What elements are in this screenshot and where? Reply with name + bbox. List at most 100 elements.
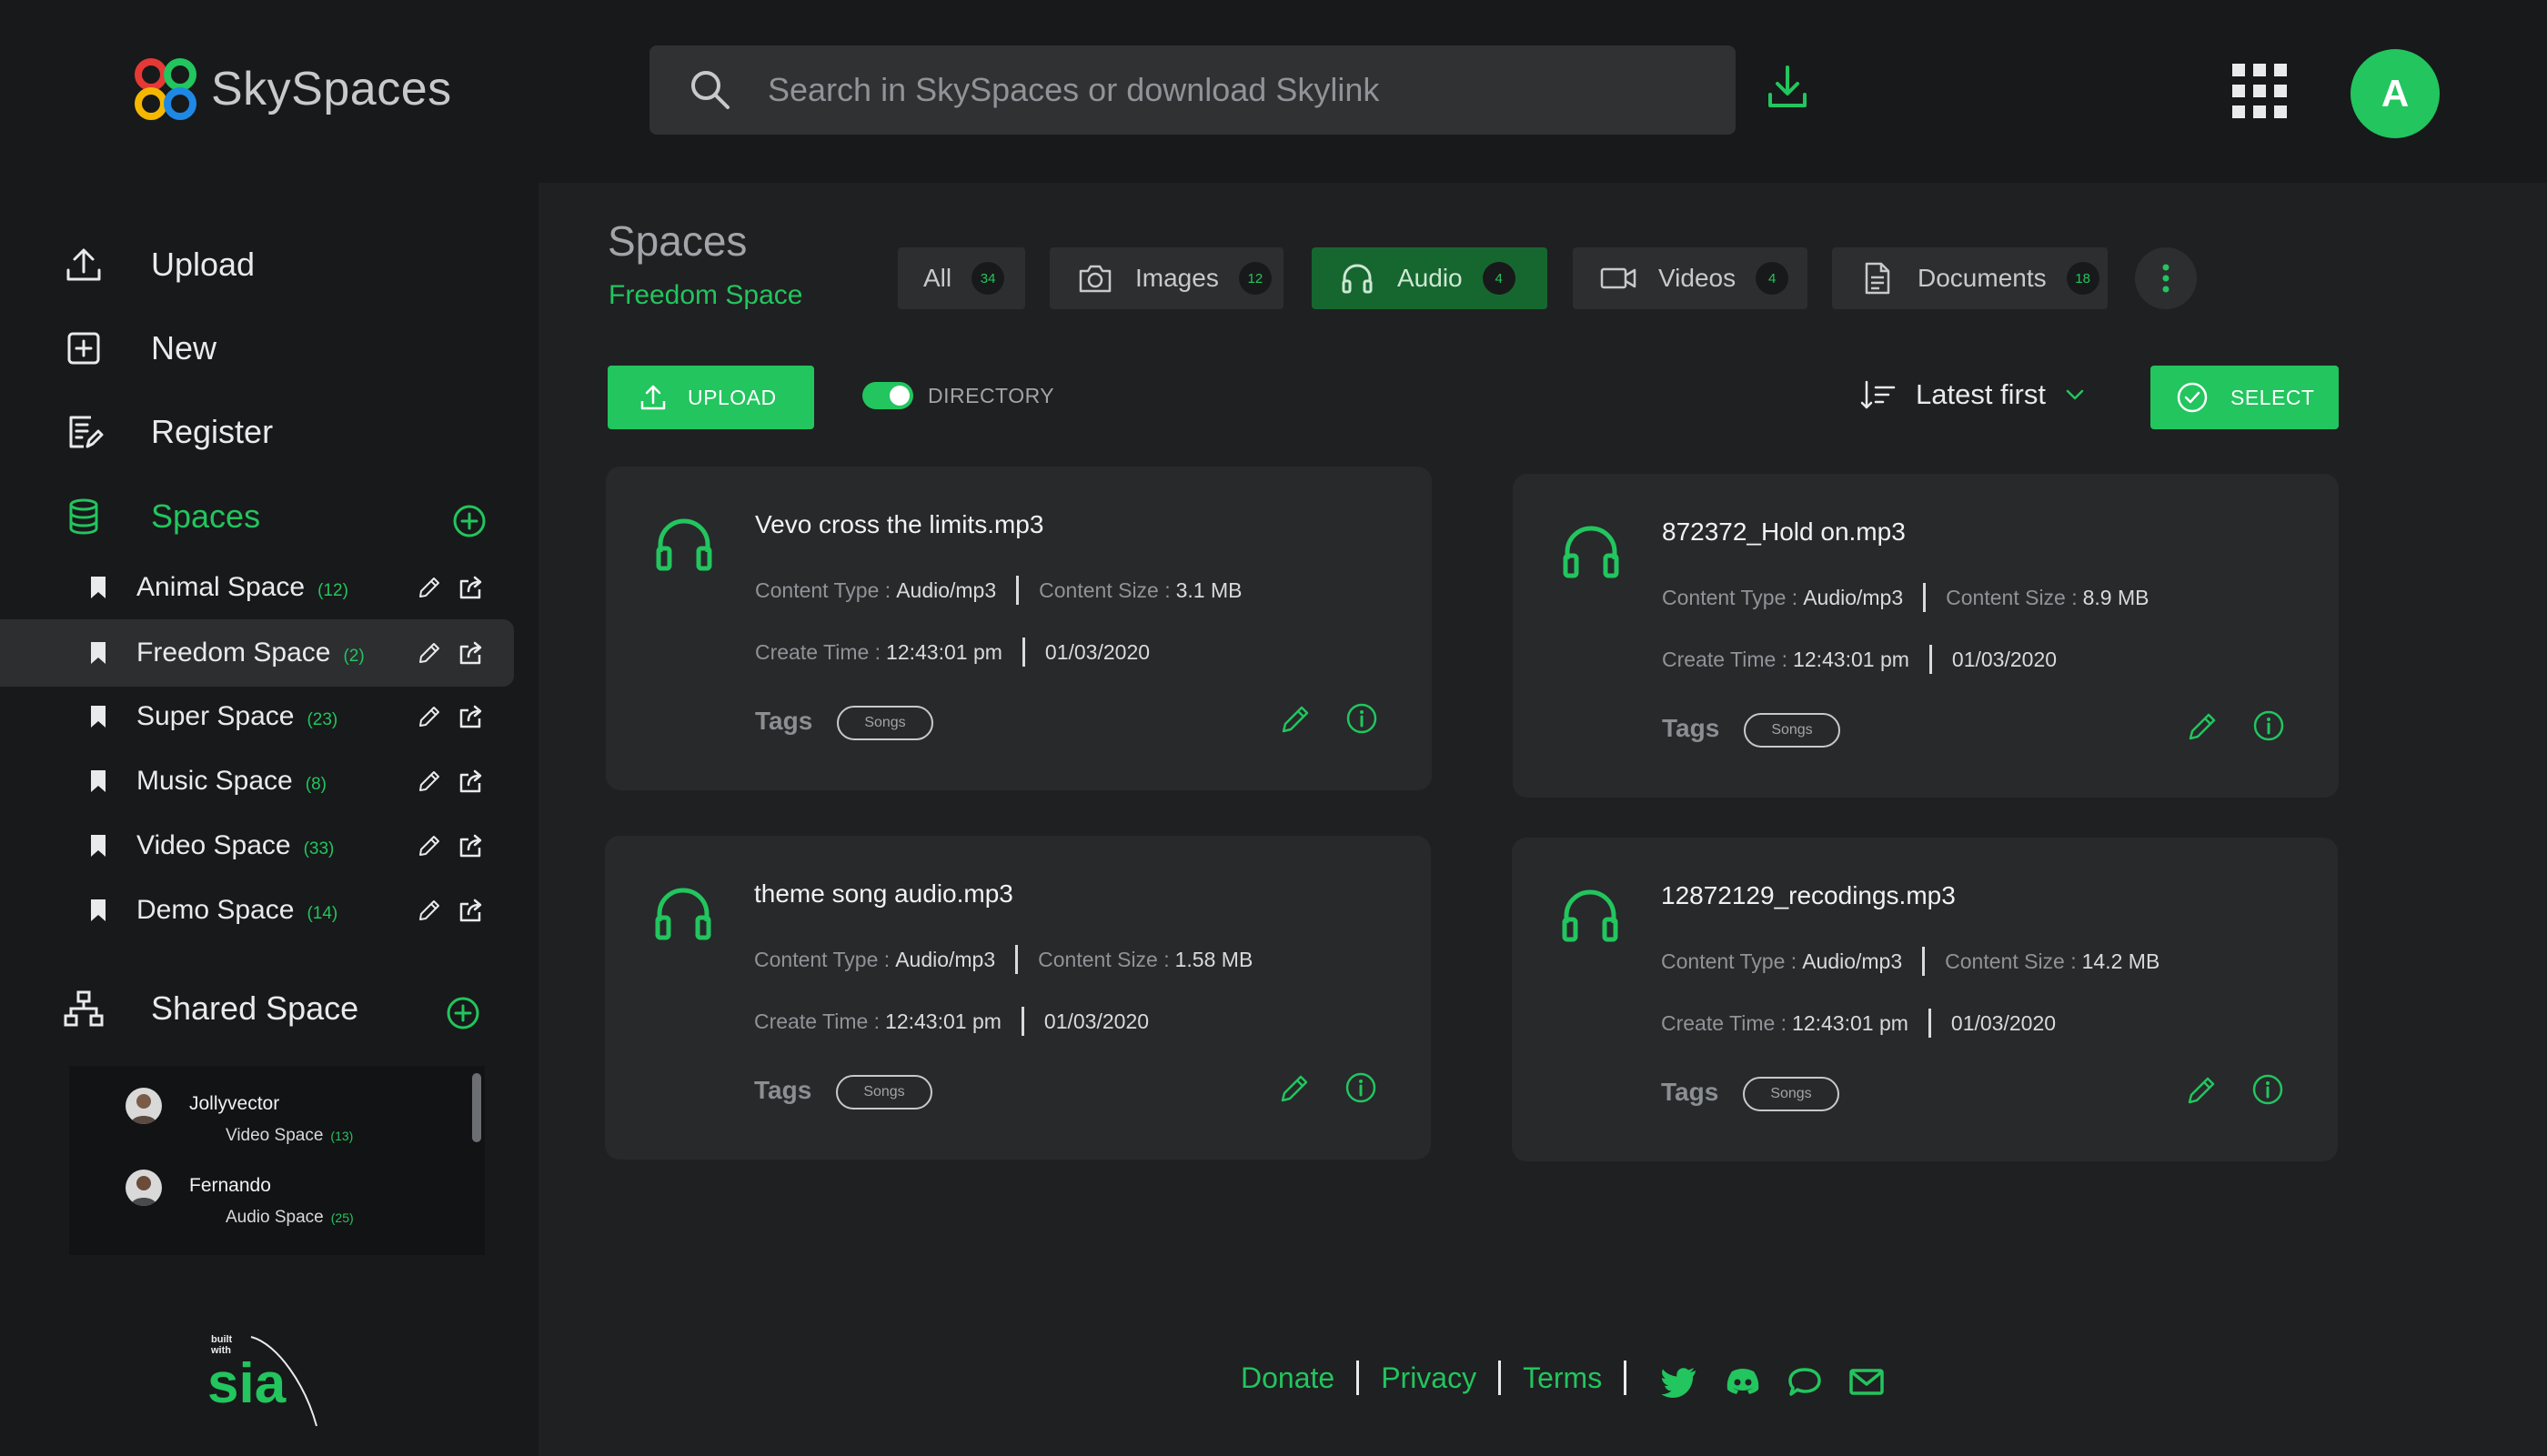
sidebar: Upload New Register Spaces Animal Space (… <box>0 183 539 1456</box>
app-logo[interactable]: SkySpaces <box>129 51 452 127</box>
more-filters-button[interactable] <box>2135 247 2197 309</box>
tag-chip[interactable]: Songs <box>836 1075 932 1110</box>
edit-icon[interactable] <box>417 833 442 859</box>
space-name-text: Video Space <box>136 830 291 860</box>
sidebar-item-register[interactable]: Register <box>64 412 273 452</box>
chat-icon[interactable] <box>1787 1364 1823 1399</box>
info-icon[interactable] <box>1344 701 1379 736</box>
content-type-value: Audio/mp3 <box>895 947 996 971</box>
space-item[interactable]: Video Space (33) <box>0 812 514 879</box>
space-item[interactable]: Animal Space (12) <box>0 554 514 621</box>
file-time-info: Create Time : 12:43:01 pm 01/03/2020 <box>1662 645 2057 674</box>
filter-images[interactable]: Images 12 <box>1050 247 1284 309</box>
edit-icon[interactable] <box>417 704 442 729</box>
info-icon[interactable] <box>2251 708 2286 743</box>
divider <box>1015 945 1019 974</box>
filter-count: 4 <box>1482 262 1515 295</box>
edit-icon[interactable] <box>1279 703 1312 736</box>
filter-documents[interactable]: Documents 18 <box>1832 247 2108 309</box>
file-name[interactable]: theme song audio.mp3 <box>754 879 1013 909</box>
filter-label: Videos <box>1658 264 1737 292</box>
shared-user-item[interactable]: Fernando Audio Space (25) <box>126 1170 354 1227</box>
content-type-label: Content Type : <box>1661 949 1797 973</box>
filter-videos[interactable]: Videos 4 <box>1573 247 1807 309</box>
search-input[interactable] <box>768 71 1677 109</box>
file-card[interactable]: 872372_Hold on.mp3 Content Type : Audio/… <box>1513 474 2339 798</box>
apps-grid-icon[interactable] <box>2230 62 2289 120</box>
mail-icon[interactable] <box>1848 1364 1885 1399</box>
add-shared-space-icon[interactable] <box>445 995 481 1031</box>
file-name[interactable]: Vevo cross the limits.mp3 <box>755 510 1043 539</box>
donate-link[interactable]: Donate <box>1241 1361 1334 1395</box>
edit-icon[interactable] <box>417 768 442 794</box>
filter-all[interactable]: All 34 <box>898 247 1025 309</box>
space-item[interactable]: Super Space (23) <box>0 683 514 750</box>
file-card[interactable]: 12872129_recodings.mp3 Content Type : Au… <box>1512 838 2338 1161</box>
edit-icon[interactable] <box>1278 1072 1311 1105</box>
content-size-value: 8.9 MB <box>2082 585 2149 609</box>
edit-icon[interactable] <box>417 575 442 600</box>
info-icon[interactable] <box>2250 1072 2285 1107</box>
share-icon[interactable] <box>458 768 485 795</box>
space-item[interactable]: Music Space (8) <box>0 748 514 815</box>
select-button[interactable]: SELECT <box>2150 366 2339 429</box>
file-card[interactable]: Vevo cross the limits.mp3 Content Type :… <box>606 467 1432 790</box>
share-icon[interactable] <box>458 639 485 667</box>
tag-chip[interactable]: Songs <box>837 706 933 740</box>
register-icon <box>69 416 104 448</box>
terms-link[interactable]: Terms <box>1523 1361 1602 1395</box>
space-item[interactable]: Demo Space (14) <box>0 877 514 944</box>
search-bar[interactable] <box>649 45 1736 135</box>
discord-icon[interactable] <box>1725 1364 1761 1399</box>
sidebar-item-spaces[interactable]: Spaces <box>64 497 260 537</box>
tag-chip[interactable]: Songs <box>1743 1077 1839 1111</box>
download-icon[interactable] <box>1765 62 1810 113</box>
filter-audio[interactable]: Audio 4 <box>1312 247 1547 309</box>
space-count: (2) <box>343 647 365 666</box>
sidebar-item-shared-space[interactable]: Shared Space <box>64 989 358 1029</box>
info-icon[interactable] <box>1344 1070 1378 1105</box>
content-size-label: Content Size : <box>1945 949 2077 973</box>
sort-dropdown[interactable]: Latest first <box>1859 378 2086 411</box>
space-count: (12) <box>317 581 348 600</box>
shared-user-item[interactable]: Jollyvector Video Space (13) <box>126 1088 353 1145</box>
share-icon[interactable] <box>458 832 485 859</box>
file-card[interactable]: theme song audio.mp3 Content Type : Audi… <box>605 836 1431 1160</box>
space-name-text: Animal Space <box>136 572 306 602</box>
shared-space-name: Audio Space <box>226 1208 324 1227</box>
plus-square-icon <box>67 332 100 365</box>
edit-icon[interactable] <box>2186 710 2219 743</box>
sidebar-item-label: Spaces <box>151 497 261 535</box>
tag-chip[interactable]: Songs <box>1744 713 1840 748</box>
edit-icon[interactable] <box>2185 1074 2218 1107</box>
edit-icon[interactable] <box>417 640 442 666</box>
sidebar-item-upload[interactable]: Upload <box>64 245 255 285</box>
create-date-value: 01/03/2020 <box>1044 639 1151 664</box>
file-time-info: Create Time : 12:43:01 pm 01/03/2020 <box>755 638 1150 667</box>
edit-icon[interactable] <box>417 898 442 923</box>
directory-toggle[interactable] <box>862 382 913 409</box>
sidebar-item-new[interactable]: New <box>64 328 216 368</box>
user-photo-icon <box>131 1176 156 1206</box>
file-name[interactable]: 12872129_recodings.mp3 <box>1661 881 1956 910</box>
privacy-link[interactable]: Privacy <box>1381 1361 1476 1395</box>
shared-space-list[interactable]: Jollyvector Video Space (13) Fernando Aud… <box>69 1066 485 1255</box>
share-icon[interactable] <box>458 897 485 924</box>
file-name[interactable]: 872372_Hold on.mp3 <box>1662 517 1906 547</box>
content-type-label: Content Type : <box>755 577 891 602</box>
twitter-icon[interactable] <box>1661 1364 1697 1399</box>
shared-space-count: (25) <box>330 1210 354 1225</box>
sidebar-item-label: Register <box>151 413 274 450</box>
shared-space-count: (13) <box>330 1129 354 1143</box>
share-icon[interactable] <box>458 574 485 601</box>
bookmark-icon <box>91 706 106 728</box>
space-name: Demo Space (14) <box>136 895 337 926</box>
space-name: Music Space (8) <box>136 766 327 797</box>
shared-list-scrollbar[interactable] <box>472 1073 481 1142</box>
share-icon[interactable] <box>458 703 485 730</box>
user-avatar[interactable]: A <box>2351 49 2440 138</box>
add-space-icon[interactable] <box>451 503 488 539</box>
upload-button[interactable]: UPLOAD <box>608 366 814 429</box>
space-item[interactable]: Freedom Space (2) <box>0 619 514 687</box>
bookmark-icon <box>91 835 106 857</box>
